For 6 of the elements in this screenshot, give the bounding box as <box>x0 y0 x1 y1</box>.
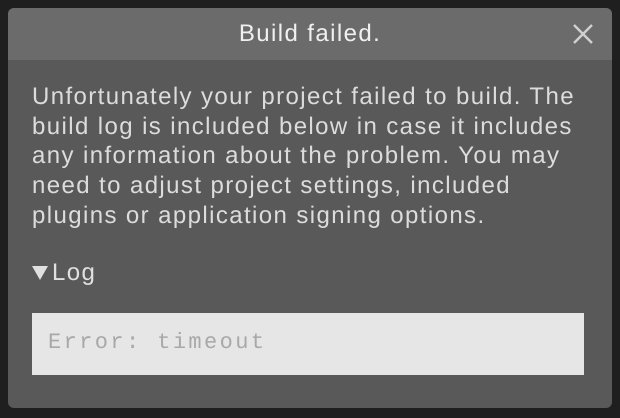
log-output: Error: timeout <box>32 312 584 375</box>
log-toggle[interactable]: Log <box>32 258 96 287</box>
close-button[interactable] <box>572 23 594 45</box>
close-icon <box>572 23 594 45</box>
dialog-message: Unfortunately your project failed to build. The build log is included below in case it includes any information about the problem. You may need to adjust project settings, included plugins or application signing options. <box>32 82 576 231</box>
dialog-title: Build failed. <box>238 20 382 48</box>
